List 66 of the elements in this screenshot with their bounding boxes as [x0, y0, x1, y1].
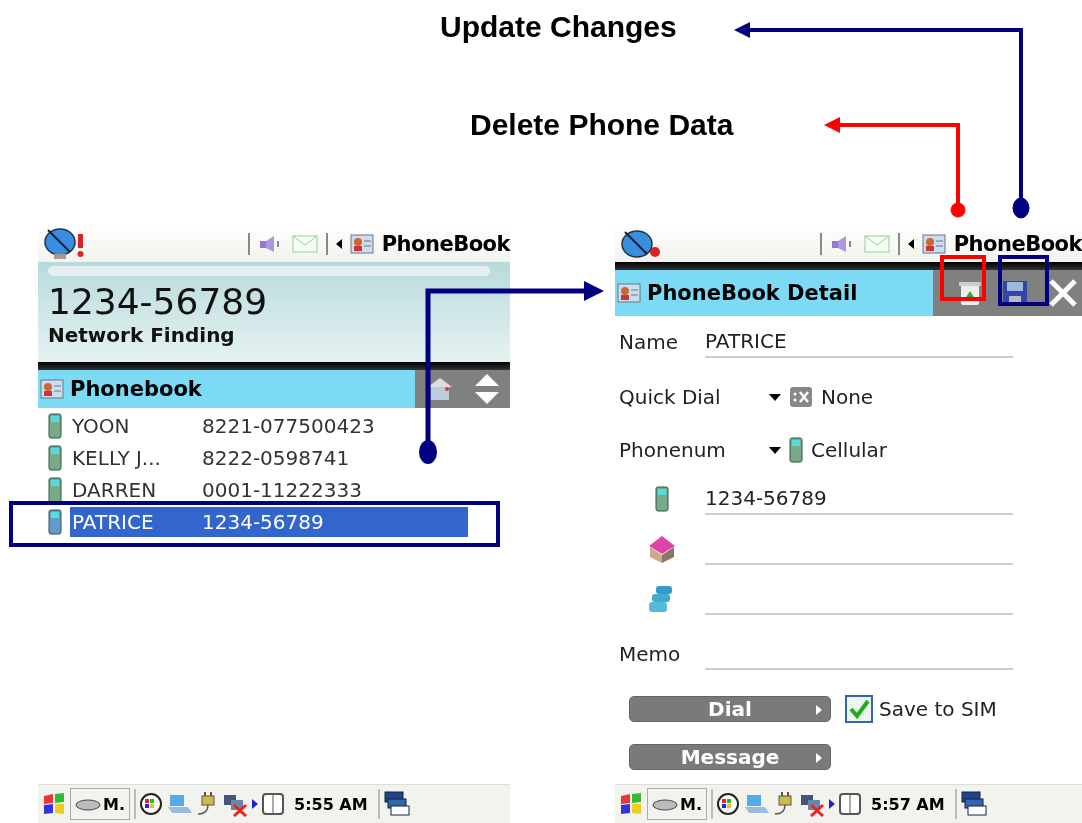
house-icon [647, 534, 677, 564]
mobile-phone-icon [48, 445, 62, 471]
color-grid-icon[interactable] [717, 793, 739, 815]
left-arrow-icon[interactable] [907, 239, 914, 249]
annotation-label: Update Changes [440, 10, 677, 44]
name-field[interactable]: PATRICE [705, 326, 1013, 358]
device-icon [652, 797, 678, 811]
caret-icon [769, 393, 781, 401]
mobile-phone-icon [48, 477, 62, 503]
field-label: Memo [619, 642, 682, 666]
close-icon[interactable] [1048, 278, 1078, 308]
screen-title: Phonebook [70, 377, 202, 401]
message-button[interactable]: Message [629, 744, 831, 770]
mobile-phone-icon [789, 437, 803, 463]
contact-list-item[interactable]: DARREN 0001-11222333 [70, 475, 468, 505]
contact-list-item[interactable]: KELLY J... 8222-0598741 [70, 443, 468, 473]
contact-list-item[interactable]: PATRICE 1234-56789 [70, 507, 468, 537]
checkmark-icon [847, 697, 871, 721]
phone-type-dropdown[interactable]: Cellular [769, 437, 888, 463]
field-label: Quick Dial [619, 385, 722, 409]
mobile-phone-icon [655, 486, 669, 512]
screen-title: PhoneBook Detail [647, 281, 858, 305]
checkbox-label: Save to SIM [879, 697, 997, 721]
contact-card-icon [921, 234, 946, 254]
field-label: Phonenum [619, 438, 727, 462]
quick-dial-dropdown[interactable]: None [769, 385, 874, 409]
taskbar-app-button[interactable]: M. [70, 788, 130, 820]
mobile-phone-icon [48, 509, 62, 535]
app-title: PhoneBook [953, 232, 1082, 256]
caret-icon [769, 446, 781, 454]
taskbar-app-button[interactable]: M. [647, 788, 707, 820]
contact-list-item[interactable]: YOON 8221-077500423 [70, 411, 468, 441]
phone-number-display: 1234-56789 [48, 282, 268, 322]
highlight-frame [940, 255, 986, 301]
dial-button[interactable]: Dial [629, 696, 831, 722]
device-icon [75, 797, 101, 811]
input-panel-icon[interactable] [262, 793, 284, 815]
highlight-frame [998, 255, 1049, 306]
contact-card-icon [40, 379, 64, 399]
left-arrow-icon[interactable] [335, 239, 342, 249]
field-label: Name [619, 330, 679, 354]
input-panel-icon[interactable] [839, 793, 861, 815]
network-status: Network Finding [48, 322, 235, 348]
sort-arrows-icon[interactable] [474, 373, 501, 405]
right-arrow-icon [816, 705, 822, 715]
windows-flag-icon[interactable] [42, 792, 66, 816]
save-to-sim-checkbox[interactable] [845, 695, 873, 723]
power-plug-icon[interactable] [773, 792, 795, 816]
windows-icon[interactable] [960, 791, 987, 817]
phone-number-field[interactable]: 1234-56789 [705, 483, 1013, 515]
windows-icon[interactable] [383, 791, 410, 817]
color-grid-icon[interactable] [140, 793, 162, 815]
windows-flag-icon[interactable] [619, 792, 643, 816]
app-title: PhoneBook [381, 232, 510, 256]
clock[interactable]: 5:55 AM [294, 794, 368, 814]
right-arrow-icon [816, 753, 822, 763]
contact-card-icon [349, 234, 374, 254]
power-plug-icon[interactable] [196, 792, 218, 816]
right-arrow-icon[interactable] [252, 799, 258, 809]
mobile-phone-icon [48, 413, 62, 439]
speed-dial-icon [789, 386, 813, 408]
annotation-label: Delete Phone Data [470, 108, 734, 142]
right-arrow-icon[interactable] [829, 799, 835, 809]
trash-can-icon[interactable] [958, 280, 982, 306]
contact-card-icon [617, 283, 641, 303]
clock[interactable]: 5:57 AM [871, 794, 945, 814]
